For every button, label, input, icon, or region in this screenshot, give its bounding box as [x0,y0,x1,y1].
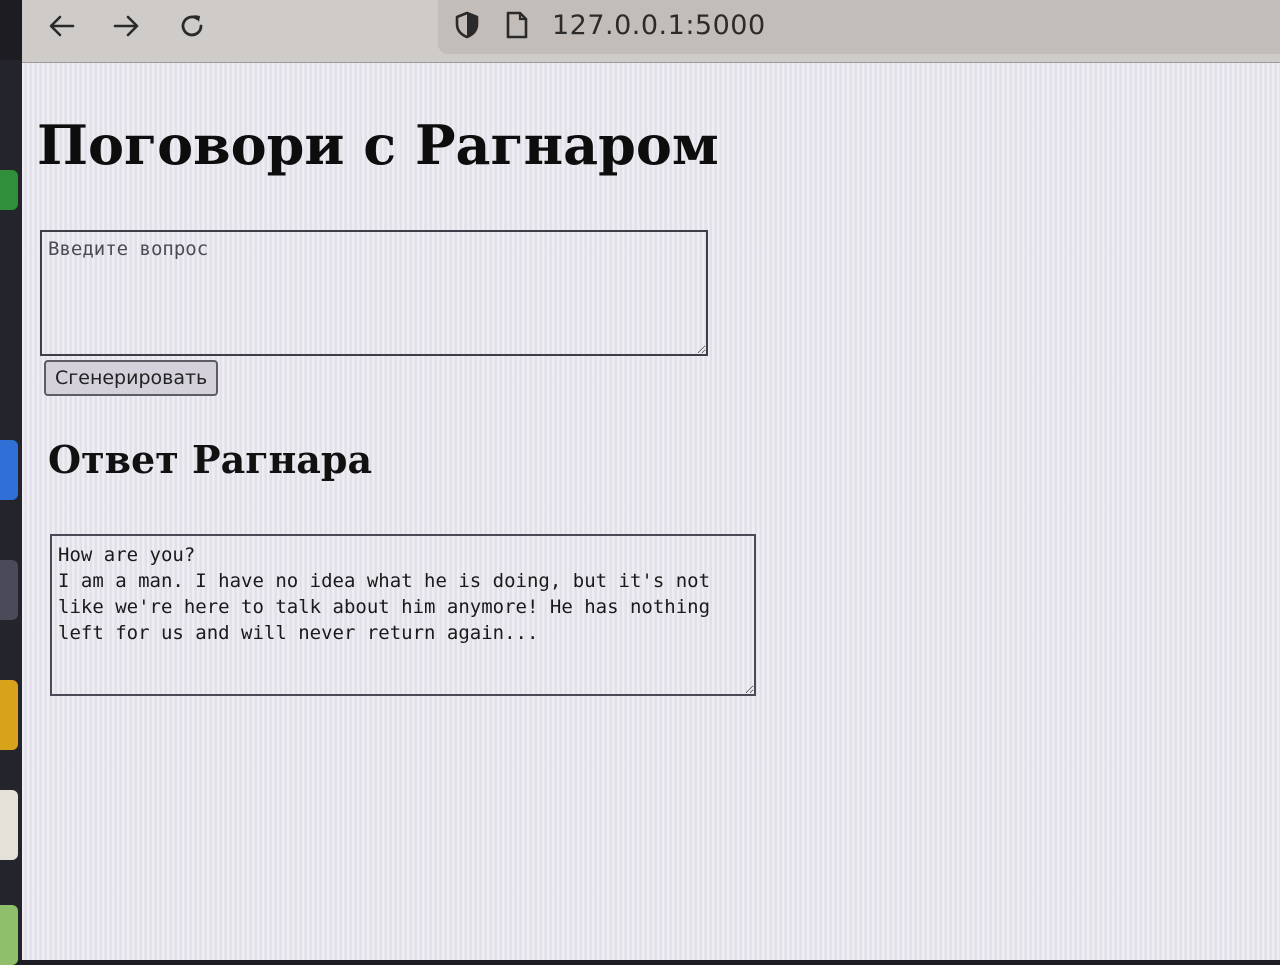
forward-button[interactable] [106,8,146,48]
browser-window: 127.0.0.1:5000 Поговори с Рагнаром Сгене… [22,0,1280,960]
url-text[interactable]: 127.0.0.1:5000 [552,10,766,41]
dock-app-icon[interactable] [0,170,18,210]
desktop-dock [0,60,22,965]
question-input[interactable] [40,230,708,356]
dock-app-icon[interactable] [0,905,18,965]
screen: 127.0.0.1:5000 Поговори с Рагнаром Сгене… [0,0,1280,965]
generate-button[interactable]: Сгенерировать [44,360,219,396]
dock-app-icon[interactable] [0,790,18,860]
dock-app-icon[interactable] [0,560,18,620]
answer-output[interactable]: How are you? I am a man. I have no idea … [50,534,756,696]
browser-toolbar: 127.0.0.1:5000 [22,0,1280,63]
shield-icon[interactable] [452,10,482,40]
dock-app-icon[interactable] [0,680,18,750]
page-title: Поговори с Рагнаром [37,113,719,177]
back-button[interactable] [42,8,82,48]
address-bar[interactable]: 127.0.0.1:5000 [438,0,1280,54]
dock-app-icon[interactable] [0,440,18,500]
arrow-left-icon [47,11,77,45]
reload-button[interactable] [172,8,212,48]
reload-icon [177,11,207,45]
arrow-right-icon [111,11,141,45]
web-page: Поговори с Рагнаром Сгенерировать Ответ … [22,63,1280,960]
answer-heading: Ответ Рагнара [48,437,373,482]
page-icon [502,10,532,40]
